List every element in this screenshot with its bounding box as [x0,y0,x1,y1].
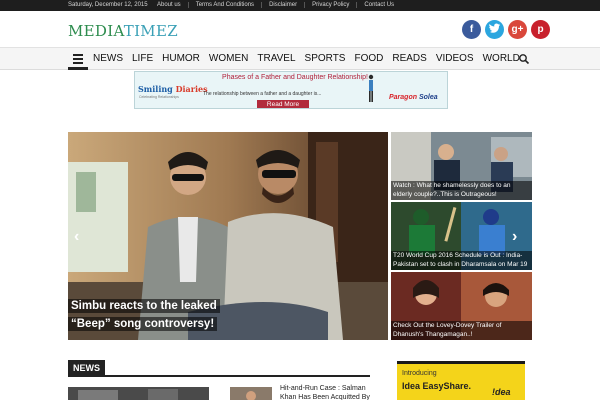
google-plus-icon[interactable]: g+ [508,20,527,39]
ad-sponsor-part1: Paragon [389,94,418,101]
nav-item-humor[interactable]: HUMOR [162,53,200,64]
hamburger-icon[interactable] [68,48,88,70]
ad-sponsor-logo: Paragon Solea [389,94,438,101]
current-date: Saturday, December 12, 2015 [68,2,148,8]
side-story-3[interactable]: Check Out the Lovey-Dovey Trailer of Dha… [391,272,532,340]
nav-item-news[interactable]: NEWS [93,53,123,64]
ad-sponsor-part2: Solea [418,94,438,101]
idea-ad-band [397,361,525,364]
top-bar: Saturday, December 12, 2015 About us Ter… [0,0,600,11]
nav-item-life[interactable]: LIFE [132,53,153,64]
twitter-icon[interactable] [485,20,504,39]
ad-brand-part1: Smiling [138,84,176,94]
news-section-heading[interactable]: NEWS [68,360,105,376]
about-us-link[interactable]: About us [150,2,188,8]
nav-item-world[interactable]: WORLD [483,53,520,64]
hero-title[interactable]: Simbu reacts to the leaked “Beep” song c… [68,296,368,332]
news-section-divider [68,375,370,377]
ad-banner[interactable]: Smiling Diaries Celebrating Relationship… [134,71,448,109]
main-nav: NEWS LIFE HUMOR WOMEN TRAVEL SPORTS FOOD… [0,47,600,70]
news-thumbnail-2[interactable] [230,387,272,400]
nav-item-sports[interactable]: SPORTS [305,53,346,64]
facebook-icon[interactable]: f [462,20,481,39]
pinterest-icon[interactable]: p [531,20,550,39]
news-item-title[interactable]: Hit-and-Run Case : Salman Khan Has Been … [280,384,370,400]
nav-item-travel[interactable]: TRAVEL [257,53,295,64]
side-story-1-caption: Watch : What he shamelessly does to an e… [391,181,532,200]
nav-item-reads[interactable]: READS [392,53,426,64]
hero-title-line1: Simbu reacts to the leaked [68,299,220,313]
ad-headline: Phases of a Father and Daughter Relation… [222,74,368,81]
nav-item-videos[interactable]: VIDEOS [436,53,474,64]
idea-ad-logo: !dea [492,387,511,397]
chevron-right-icon[interactable]: › [512,228,517,246]
ad-brand-tagline: Celebrating Relationships [139,95,179,99]
hero-title-line2: “Beep” song controversy! [68,317,218,331]
idea-ad-title: Idea EasyShare. [402,381,472,391]
disclaimer-link[interactable]: Disclaimer [261,2,304,8]
side-story-1[interactable]: Watch : What he shamelessly does to an e… [391,132,532,200]
privacy-policy-link[interactable]: Privacy Policy [304,2,356,8]
ad-read-more-button[interactable]: Read More [257,100,309,108]
contact-us-link[interactable]: Contact Us [356,2,401,8]
side-story-2-caption: T20 World Cup 2016 Schedule is Out : Ind… [391,251,532,270]
side-story-2[interactable]: T20 World Cup 2016 Schedule is Out : Ind… [391,202,532,270]
nav-items: NEWS LIFE HUMOR WOMEN TRAVEL SPORTS FOOD… [93,53,529,64]
logo-part-media: MEDIA [68,22,124,40]
terms-link[interactable]: Terms And Conditions [187,2,261,8]
site-logo[interactable]: MEDIATIMEZ [68,22,178,40]
idea-ad-intro: Introducing [402,370,437,377]
chevron-left-icon[interactable]: ‹ [74,228,79,246]
ad-body: The relationship between a father and a … [203,91,322,97]
side-story-3-caption: Check Out the Lovey-Dovey Trailer of Dha… [391,321,532,340]
nav-item-women[interactable]: WOMEN [209,53,248,64]
nav-item-food[interactable]: FOOD [354,53,383,64]
logo-part-timez: TIMEZ [123,22,178,40]
ad-brand: Smiling Diaries [138,84,208,94]
top-links: About us Terms And Conditions Disclaimer… [150,2,401,8]
person-silhouette-image [368,74,374,102]
search-icon[interactable] [518,53,530,65]
news-thumbnail-1[interactable] [68,387,209,400]
idea-ad[interactable]: Introducing Idea EasyShare. !dea [397,361,525,400]
